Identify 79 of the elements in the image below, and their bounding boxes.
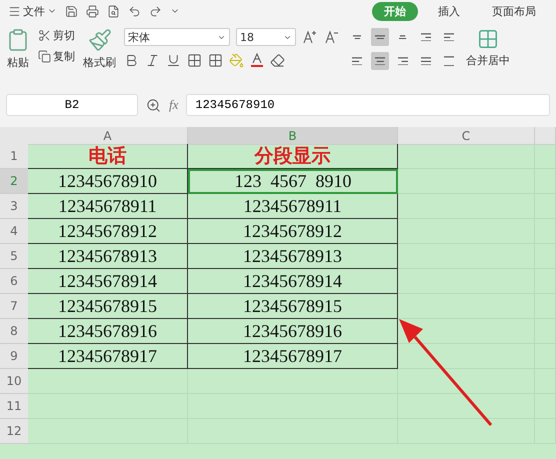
fill-color-icon[interactable] <box>229 52 244 68</box>
table-cell: 12345678917 <box>28 344 188 369</box>
ribbon-tab[interactable]: 页面布局 <box>480 2 548 20</box>
copy-icon <box>38 50 51 63</box>
column-header[interactable]: B <box>188 127 398 145</box>
name-box[interactable]: B2 <box>6 94 138 116</box>
table-cell: 12345678911 <box>28 194 188 219</box>
format-painter-button[interactable]: 格式刷 <box>83 28 116 70</box>
table-cell: 12345678913 <box>28 244 188 269</box>
row-header[interactable]: 8 <box>0 319 28 344</box>
column-header[interactable]: C <box>398 127 535 145</box>
align-icon <box>398 56 408 66</box>
align-icon <box>352 56 362 66</box>
italic-icon[interactable] <box>145 52 160 68</box>
table-cell: 12345678914 <box>28 269 188 294</box>
row-header[interactable]: 1 <box>0 144 28 169</box>
align-button[interactable] <box>371 28 389 46</box>
align-icon <box>420 32 432 42</box>
row-header[interactable]: 11 <box>0 394 28 419</box>
row-header[interactable]: 5 <box>0 244 28 269</box>
column-title-cell: 分段显示 <box>188 144 398 169</box>
align-icon <box>374 56 386 66</box>
font-size-field[interactable]: 18 <box>236 28 296 46</box>
formula-field[interactable]: 12345678910 <box>186 94 550 116</box>
grow-font-icon[interactable] <box>302 29 318 45</box>
row-header[interactable]: 2 <box>0 169 28 194</box>
paste-button[interactable]: 粘贴 <box>6 28 30 70</box>
align-icon <box>444 32 454 42</box>
row-header[interactable]: 12 <box>0 419 28 444</box>
table-cell: 12345678914 <box>188 269 398 294</box>
table-cell: 12345678910 <box>28 169 188 194</box>
brush-icon <box>88 28 112 52</box>
table-cell: 12345678916 <box>28 319 188 344</box>
column-title-cell: 电话 <box>28 144 188 169</box>
align-icon <box>420 56 432 66</box>
redo-icon[interactable] <box>149 4 162 18</box>
preview-icon[interactable] <box>107 4 120 18</box>
zoom-icon[interactable] <box>146 98 161 112</box>
table-cell: 12345678917 <box>188 344 398 369</box>
undo-icon[interactable] <box>128 4 141 18</box>
eraser-icon[interactable] <box>270 52 285 68</box>
scissors-icon <box>38 29 51 42</box>
align-button[interactable] <box>371 52 389 70</box>
ribbon-tab[interactable]: 插入 <box>426 2 472 20</box>
row-header[interactable]: 7 <box>0 294 28 319</box>
save-icon[interactable] <box>65 4 78 18</box>
function-label[interactable]: fx <box>169 97 178 113</box>
table-cell: 12345678915 <box>188 294 398 319</box>
row-header[interactable]: 3 <box>0 194 28 219</box>
row-header[interactable]: 10 <box>0 369 28 394</box>
align-icon <box>352 34 362 40</box>
table-cell: 123 4567 8910 <box>188 169 398 194</box>
copy-button[interactable]: 复制 <box>38 49 75 64</box>
shrink-font-icon[interactable] <box>324 29 340 45</box>
print-icon[interactable] <box>86 4 99 18</box>
table-cell: 12345678911 <box>188 194 398 219</box>
table-cell: 12345678912 <box>28 219 188 244</box>
borders-icon[interactable] <box>187 52 202 68</box>
table-cell: 12345678913 <box>188 244 398 269</box>
ribbon-tab[interactable]: 开始 <box>372 2 418 20</box>
cut-button[interactable]: 剪切 <box>38 28 75 43</box>
row-header[interactable]: 9 <box>0 344 28 369</box>
row-header[interactable]: 6 <box>0 269 28 294</box>
merge-cells-icon <box>477 28 499 50</box>
align-icon <box>444 56 454 66</box>
file-menu[interactable]: 文件 <box>8 4 57 18</box>
align-icon <box>399 34 407 40</box>
menu-icon <box>8 4 21 18</box>
cell-style-icon[interactable] <box>208 52 223 68</box>
table-cell: 12345678915 <box>28 294 188 319</box>
column-header[interactable]: A <box>28 127 188 145</box>
align-icon <box>374 34 386 40</box>
row-header[interactable]: 4 <box>0 219 28 244</box>
merge-center-button[interactable]: 合并居中 <box>466 28 510 68</box>
font-color-icon[interactable] <box>250 52 264 68</box>
font-name-field[interactable]: 宋体 <box>124 28 230 46</box>
underline-icon[interactable] <box>166 52 181 68</box>
table-cell: 12345678912 <box>188 219 398 244</box>
table-cell: 12345678916 <box>188 319 398 344</box>
